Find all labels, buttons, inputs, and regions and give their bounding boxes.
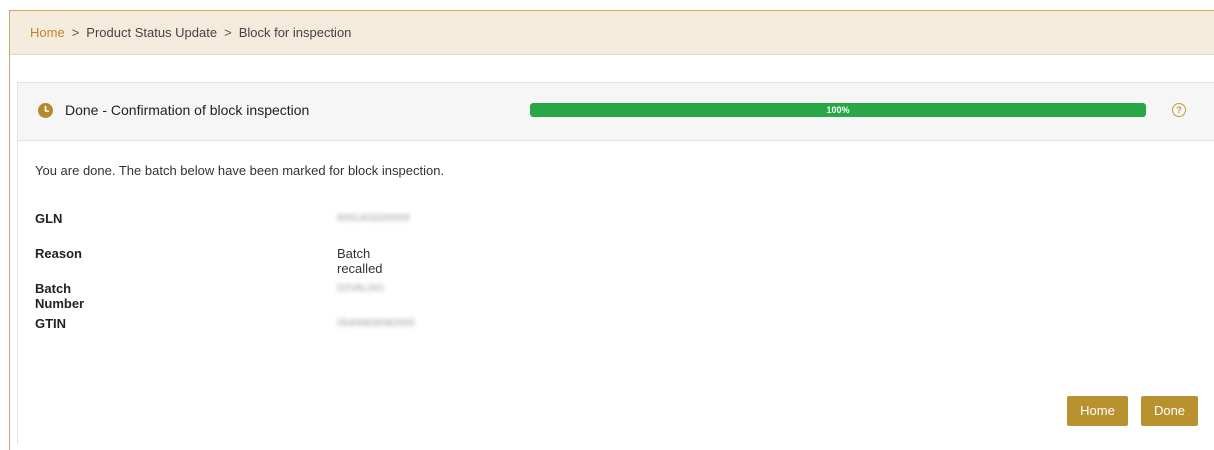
help-icon[interactable]: ? bbox=[1172, 103, 1186, 117]
card-header: Done - Confirmation of block inspection … bbox=[18, 83, 1214, 141]
breadcrumb-section: Product Status Update bbox=[86, 25, 218, 40]
detail-label: Batch Number bbox=[35, 281, 85, 311]
detail-value: 05400835082555 bbox=[337, 318, 415, 329]
confirmation-message: You are done. The batch below have been … bbox=[35, 163, 445, 178]
breadcrumb-separator: > bbox=[71, 25, 80, 40]
progress-bar: 100% bbox=[530, 103, 1146, 117]
detail-value: D2VAL001 bbox=[337, 283, 385, 294]
home-button[interactable]: Home bbox=[1067, 396, 1128, 426]
done-button[interactable]: Done bbox=[1141, 396, 1198, 426]
detail-label: GTIN bbox=[35, 316, 67, 331]
detail-value: 6091403200009 bbox=[337, 213, 410, 224]
card-title: Done - Confirmation of block inspection bbox=[65, 102, 310, 118]
progress-fill: 100% bbox=[530, 103, 1146, 117]
breadcrumb-current: Block for inspection bbox=[238, 25, 352, 40]
clock-icon bbox=[38, 103, 53, 118]
breadcrumb: Home > Product Status Update > Block for ins… bbox=[10, 11, 1214, 55]
detail-value: Batch recalled bbox=[337, 246, 383, 276]
detail-label: Reason bbox=[35, 246, 82, 261]
confirmation-card: Done - Confirmation of block inspection … bbox=[17, 82, 1214, 444]
detail-label: GLN bbox=[35, 211, 63, 226]
breadcrumb-separator: > bbox=[224, 25, 232, 40]
breadcrumb-home-link[interactable]: Home bbox=[30, 25, 65, 40]
